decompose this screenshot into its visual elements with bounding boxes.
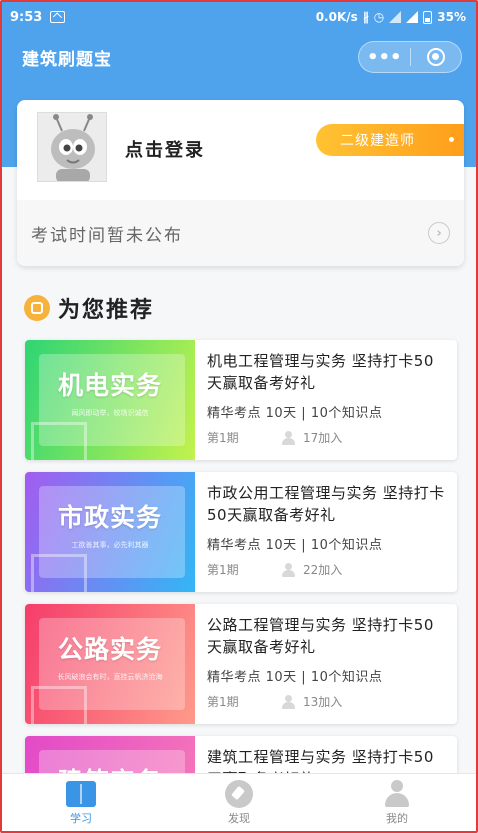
course-period: 第1期 xyxy=(207,431,239,445)
building-deco-icon xyxy=(31,554,87,592)
battery-icon xyxy=(423,10,433,24)
course-joined: 17加入 xyxy=(303,431,343,445)
login-card: 点击登录 二级建造师 考试时间暂未公布 › xyxy=(17,100,464,266)
thumb-subtitle: 长风破浪会有时，直挂云帆济沧海 xyxy=(57,673,163,681)
user-icon xyxy=(281,694,297,709)
nav-title: 建筑刷题宝 xyxy=(22,49,112,70)
thumb-title: 市政实务 xyxy=(57,503,162,532)
capsule-menu: ••• xyxy=(358,41,462,73)
alarm-icon: ◷ xyxy=(373,10,385,24)
user-icon xyxy=(281,562,297,577)
more-button[interactable]: ••• xyxy=(359,42,410,72)
course-card-mechanical[interactable]: 机电实务 闻风即动举，校场识诚信 机电工程管理与实务 坚持打卡50天赢取备考好礼… xyxy=(25,340,457,460)
status-bar: 9:53 0.0K/s ∦ ◷ 35% xyxy=(2,2,476,32)
thumb-title: 公路实务 xyxy=(57,635,162,664)
bluetooth-icon: ∦ xyxy=(362,10,369,24)
course-thumbnail: 机电实务 闻风即动举，校场识诚信 xyxy=(25,340,195,460)
exam-level-label: 二级建造师 xyxy=(340,133,415,149)
status-time: 9:53 xyxy=(10,9,43,25)
tab-label: 学习 xyxy=(70,811,92,825)
tab-discover[interactable]: 发现 xyxy=(179,779,299,826)
thumb-title: 机电实务 xyxy=(57,371,162,400)
course-info: 机电工程管理与实务 坚持打卡50天赢取备考好礼 精华考点 10天 | 10个知识… xyxy=(207,350,447,446)
course-meta: 精华考点 10天 | 10个知识点 xyxy=(207,670,383,685)
course-meta: 精华考点 10天 | 10个知识点 xyxy=(207,406,383,421)
course-card-municipal[interactable]: 市政实务 工欲善其事，必先利其器 市政公用工程管理与实务 坚持打卡50天赢取备考… xyxy=(25,472,457,592)
course-joined: 22加入 xyxy=(303,563,343,577)
tab-study[interactable]: 学习 xyxy=(21,780,141,826)
network-speed: 0.0K/s xyxy=(315,10,358,24)
course-thumbnail: 公路实务 长风破浪会有时，直挂云帆济沧海 xyxy=(25,604,195,724)
bee-avatar-icon xyxy=(38,113,106,181)
user-icon xyxy=(281,430,297,445)
tab-mine[interactable]: 我的 xyxy=(337,779,457,826)
book-icon xyxy=(66,780,96,807)
thumb-subtitle: 闻风即动举，校场识诚信 xyxy=(71,409,149,417)
app-frame: 9:53 0.0K/s ∦ ◷ 35% 建筑刷题宝 ••• 点击登录 二级建造师… xyxy=(0,0,478,833)
building-deco-icon xyxy=(31,422,87,460)
close-button[interactable] xyxy=(411,42,462,72)
more-icon: ••• xyxy=(366,46,402,68)
battery-percent: 35% xyxy=(437,10,466,24)
exam-date-row[interactable]: 考试时间暂未公布 › xyxy=(17,200,464,266)
thumb-subtitle: 工欲善其事，必先利其器 xyxy=(71,541,149,549)
course-footer: 第1期 13加入 xyxy=(207,693,447,710)
person-icon xyxy=(383,779,411,808)
course-period: 第1期 xyxy=(207,563,239,577)
avatar[interactable] xyxy=(37,112,107,182)
course-info: 市政公用工程管理与实务 坚持打卡50天赢取备考好礼 精华考点 10天 | 10个… xyxy=(207,482,447,578)
chevron-right-icon: › xyxy=(428,222,450,244)
close-target-icon xyxy=(426,48,445,66)
course-info: 公路工程管理与实务 坚持打卡50天赢取备考好礼 精华考点 10天 | 10个知识… xyxy=(207,614,447,710)
exam-date-text: 考试时间暂未公布 xyxy=(31,225,183,246)
course-thumbnail: 市政实务 工欲善其事，必先利其器 xyxy=(25,472,195,592)
house-deco-icon xyxy=(31,686,87,724)
signal-4g-icon xyxy=(389,11,402,23)
course-footer: 第1期 22加入 xyxy=(207,561,447,578)
course-joined: 13加入 xyxy=(303,695,343,709)
course-period: 第1期 xyxy=(207,695,239,709)
course-card-highway[interactable]: 公路实务 长风破浪会有时，直挂云帆济沧海 公路工程管理与实务 坚持打卡50天赢取… xyxy=(25,604,457,724)
exam-level-tag[interactable]: 二级建造师 xyxy=(316,124,464,156)
section-title: 为您推荐 xyxy=(58,298,155,323)
signal-icon xyxy=(406,11,419,23)
tab-bar: 学习 发现 我的 xyxy=(2,773,476,831)
tab-label: 我的 xyxy=(386,811,408,825)
course-title: 公路工程管理与实务 坚持打卡50天赢取备考好礼 xyxy=(207,616,434,656)
course-footer: 第1期 17加入 xyxy=(207,429,447,446)
compass-icon xyxy=(225,779,253,808)
course-meta: 精华考点 10天 | 10个知识点 xyxy=(207,538,383,553)
tab-label: 发现 xyxy=(228,811,250,825)
tag-dot-icon xyxy=(449,137,454,142)
login-prompt[interactable]: 点击登录 xyxy=(125,136,205,162)
recommend-section-header: 为您推荐 xyxy=(24,292,154,324)
course-title: 市政公用工程管理与实务 坚持打卡50天赢取备考好礼 xyxy=(207,484,445,524)
recommend-icon xyxy=(24,295,50,321)
nav-bar: 建筑刷题宝 ••• xyxy=(2,32,476,82)
app-notification-icon xyxy=(50,11,66,23)
course-title: 机电工程管理与实务 坚持打卡50天赢取备考好礼 xyxy=(207,352,434,392)
